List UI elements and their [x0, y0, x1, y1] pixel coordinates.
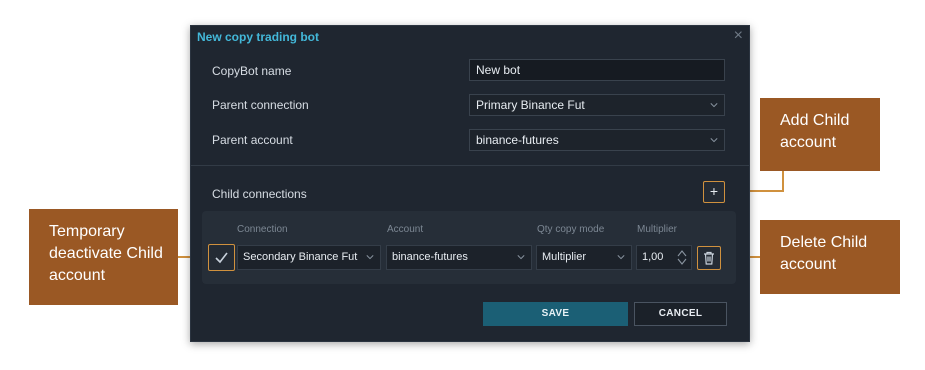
chevron-down-icon [710, 138, 718, 143]
chevron-down-icon [710, 103, 718, 108]
section-divider [191, 165, 749, 166]
spinner-arrows-icon[interactable] [677, 249, 687, 266]
add-callout-connector-vertical [782, 170, 784, 192]
multiplier-stepper[interactable]: 1,00 [636, 245, 692, 270]
copy-bot-dialog: New copy trading bot × CopyBot name New … [190, 25, 750, 342]
chevron-down-icon [517, 255, 525, 260]
parent-account-label: Parent account [212, 133, 293, 147]
copybot-name-input[interactable]: New bot [469, 59, 725, 81]
parent-account-value: binance-futures [476, 133, 559, 147]
trash-icon [704, 251, 714, 265]
parent-connection-value: Primary Binance Fut [476, 98, 585, 112]
checkmark-icon [215, 252, 228, 264]
delete-child-callout: Delete Child account [760, 220, 900, 294]
child-account-value: binance-futures [392, 251, 468, 263]
parent-connection-label: Parent connection [212, 98, 309, 112]
parent-connection-select[interactable]: Primary Binance Fut [469, 94, 725, 116]
column-header-account: Account [387, 224, 424, 235]
child-connection-value: Secondary Binance Fut [243, 251, 358, 263]
column-header-qty-mode: Qty copy mode [537, 224, 605, 235]
multiplier-value: 1,00 [642, 251, 664, 263]
chevron-down-icon [366, 255, 374, 260]
cancel-button[interactable]: CANCEL [634, 302, 727, 326]
child-connections-label: Child connections [212, 187, 307, 201]
dialog-title: New copy trading bot [197, 30, 320, 44]
chevron-down-icon [617, 255, 625, 260]
active-toggle-checkbox[interactable] [208, 244, 235, 271]
column-header-connection: Connection [237, 224, 288, 235]
child-account-select[interactable]: binance-futures [386, 245, 532, 270]
child-connection-row: Connection Account Qty copy mode Multipl… [202, 211, 736, 284]
copybot-name-label: CopyBot name [212, 64, 292, 78]
save-button[interactable]: SAVE [483, 302, 628, 326]
delete-child-button[interactable] [697, 246, 721, 270]
child-connection-select[interactable]: Secondary Binance Fut [237, 245, 381, 270]
parent-account-select[interactable]: binance-futures [469, 129, 725, 151]
close-icon[interactable]: × [734, 27, 743, 45]
plus-icon: + [709, 183, 719, 199]
add-child-callout: Add Child account [760, 98, 880, 171]
add-child-button[interactable]: + [703, 181, 725, 203]
temp-deactivate-callout: Temporary deactivate Child account [29, 209, 178, 305]
column-header-multiplier: Multiplier [637, 224, 678, 235]
copybot-name-value: New bot [476, 63, 521, 77]
qty-copy-mode-value: Multiplier [542, 251, 587, 263]
qty-copy-mode-select[interactable]: Multiplier [536, 245, 632, 270]
